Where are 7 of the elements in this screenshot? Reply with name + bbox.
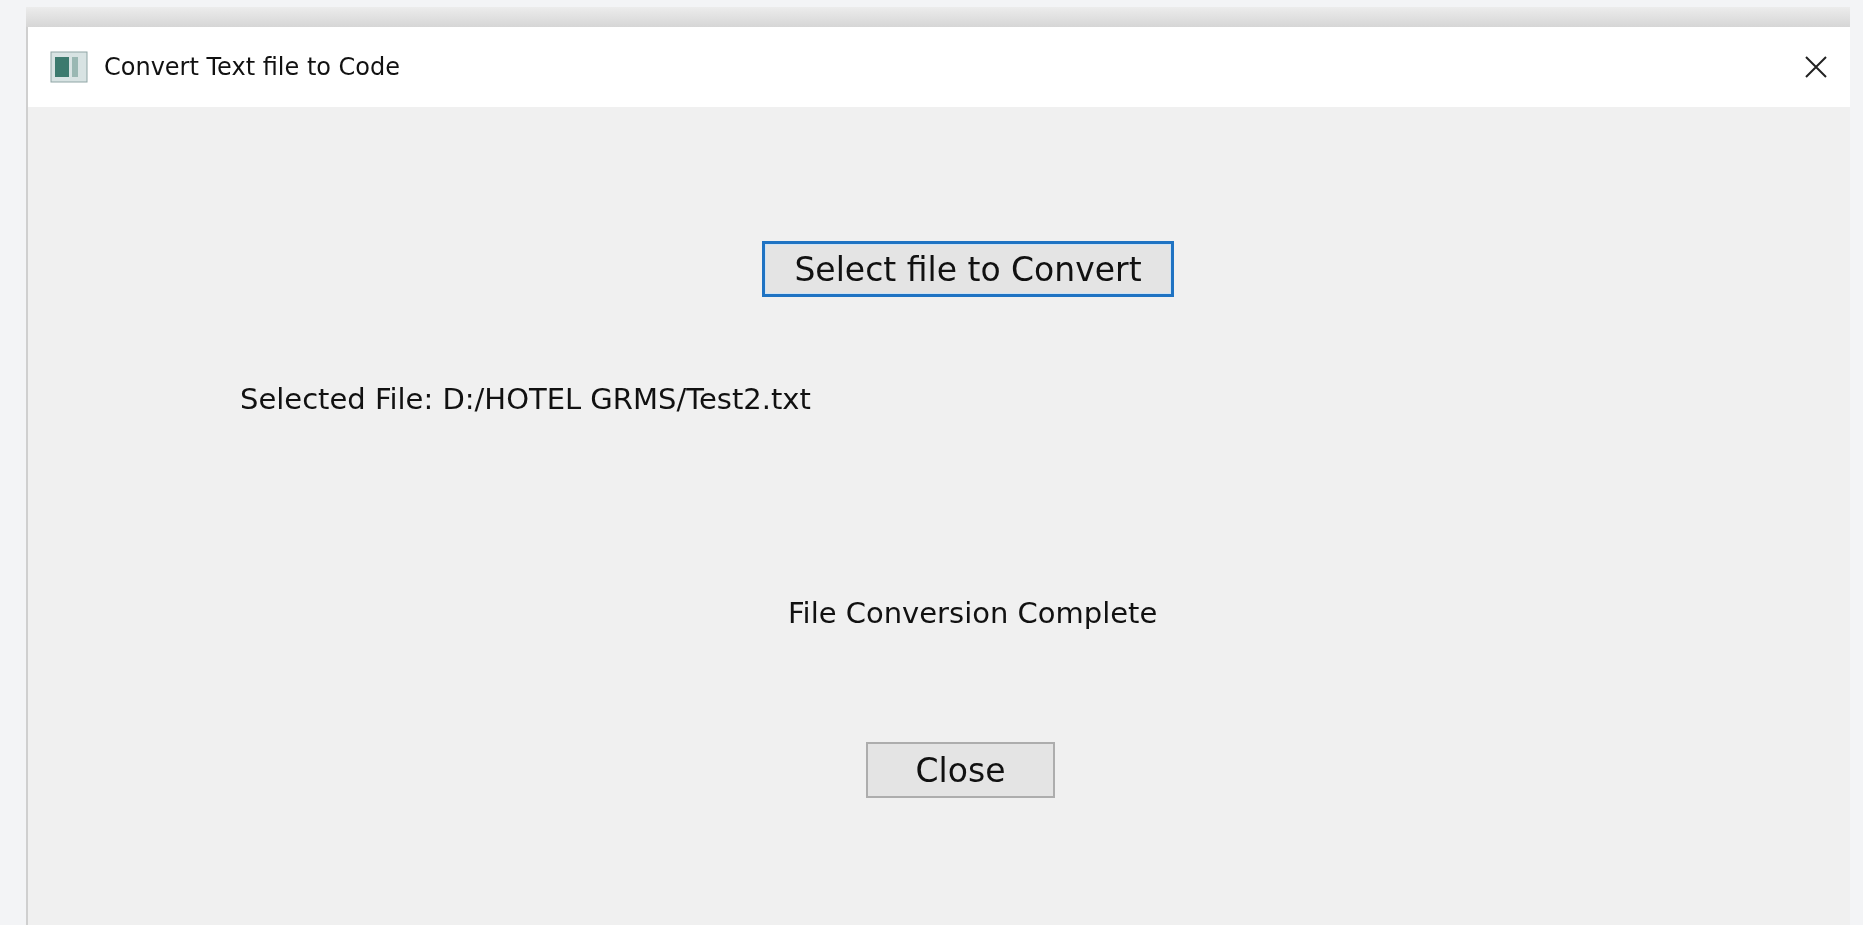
app-icon <box>50 51 88 83</box>
close-icon[interactable] <box>1804 55 1828 79</box>
close-button[interactable]: Close <box>866 742 1055 798</box>
status-text: File Conversion Complete <box>788 596 1158 630</box>
selected-file-label: Selected File: D:/HOTEL GRMS/Test2.txt <box>240 382 811 416</box>
window-title: Convert Text file to Code <box>104 53 402 81</box>
select-file-button[interactable]: Select file to Convert <box>762 241 1174 297</box>
